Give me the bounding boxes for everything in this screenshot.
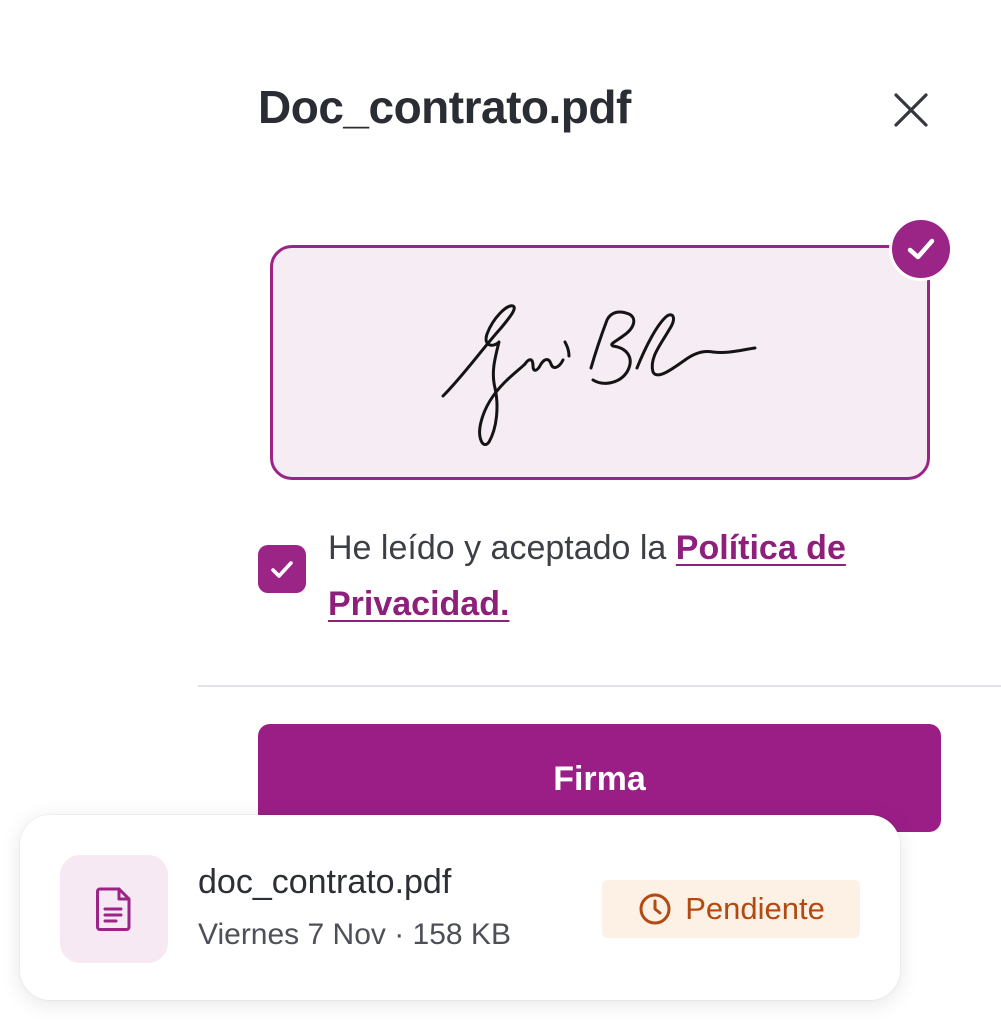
close-button[interactable] <box>885 84 937 136</box>
signature-pad[interactable] <box>270 245 930 480</box>
status-badge: Pendiente <box>602 880 860 938</box>
checkmark-icon <box>271 561 293 578</box>
clock-icon <box>639 893 671 925</box>
consent-text: He leído y aceptado la <box>328 529 676 567</box>
divider <box>198 685 1001 687</box>
signature-confirmed-badge <box>889 217 953 281</box>
signature-dialog: Doc_contrato.pdf He leído y aceptado la … <box>0 0 1001 1024</box>
file-icon-tile <box>60 855 168 963</box>
dialog-title: Doc_contrato.pdf <box>258 81 631 133</box>
document-icon <box>96 887 131 931</box>
close-icon <box>894 93 928 127</box>
privacy-consent-checkbox[interactable] <box>258 545 306 593</box>
file-name: doc_contrato.pdf <box>198 863 452 901</box>
file-card: doc_contrato.pdf Viernes 7 Nov · 158 KB … <box>20 815 900 1000</box>
status-text: Pendiente <box>685 891 825 926</box>
signature-drawing <box>441 304 757 446</box>
privacy-consent-label: He leído y aceptado la Política de Priva… <box>328 520 938 632</box>
check-circle-icon <box>907 238 935 260</box>
file-meta: Viernes 7 Nov · 158 KB <box>198 918 511 951</box>
